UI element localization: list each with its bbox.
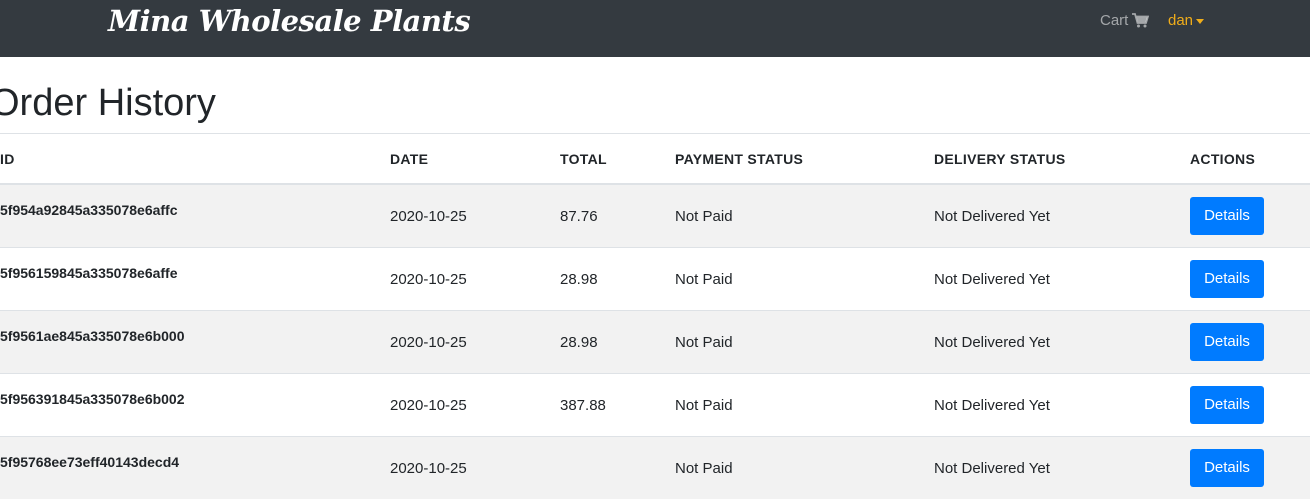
payment-status: Not Paid: [675, 248, 934, 311]
actions-cell: Details: [1190, 437, 1310, 499]
header-id: ID: [0, 134, 390, 185]
orders-table-container: ID DATE TOTAL PAYMENT STATUS DELIVERY ST…: [0, 133, 1310, 499]
payment-status: Not Paid: [675, 374, 934, 437]
orders-table: ID DATE TOTAL PAYMENT STATUS DELIVERY ST…: [0, 133, 1310, 499]
page-title: Order History: [0, 80, 216, 126]
actions-cell: Details: [1190, 248, 1310, 311]
brand-logo-link[interactable]: Mina Wholesale Plants: [108, 4, 470, 38]
payment-status: Not Paid: [675, 437, 934, 499]
delivery-status: Not Delivered Yet: [934, 248, 1190, 311]
cart-label: Cart: [1100, 12, 1128, 29]
table-header-row: ID DATE TOTAL PAYMENT STATUS DELIVERY ST…: [0, 134, 1310, 185]
cart-link[interactable]: Cart: [1100, 12, 1149, 29]
payment-status: Not Paid: [675, 311, 934, 374]
header-actions: ACTIONS: [1190, 134, 1310, 185]
order-total: [560, 437, 675, 499]
details-button[interactable]: Details: [1190, 260, 1264, 298]
order-date: 2020-10-25: [390, 184, 560, 248]
order-total: 28.98: [560, 248, 675, 311]
delivery-status: Not Delivered Yet: [934, 311, 1190, 374]
order-date: 2020-10-25: [390, 374, 560, 437]
order-id: 5f956391845a335078e6b002: [0, 374, 390, 437]
header-total: TOTAL: [560, 134, 675, 185]
order-date: 2020-10-25: [390, 248, 560, 311]
order-id: 5f95768ee73eff40143decd4: [0, 437, 390, 499]
details-button[interactable]: Details: [1190, 386, 1264, 424]
actions-cell: Details: [1190, 311, 1310, 374]
table-row: 5f954a92845a335078e6affc 2020-10-25 87.7…: [0, 184, 1310, 248]
order-id: 5f954a92845a335078e6affc: [0, 184, 390, 248]
navbar: Mina Wholesale Plants Cart dan: [0, 0, 1310, 57]
caret-down-icon: [1196, 19, 1204, 24]
delivery-status: Not Delivered Yet: [934, 437, 1190, 499]
order-total: 387.88: [560, 374, 675, 437]
user-name: dan: [1168, 12, 1193, 29]
header-delivery-status: DELIVERY STATUS: [934, 134, 1190, 185]
user-dropdown-toggle[interactable]: dan: [1168, 12, 1204, 29]
table-row: 5f956159845a335078e6affe 2020-10-25 28.9…: [0, 248, 1310, 311]
header-date: DATE: [390, 134, 560, 185]
order-total: 28.98: [560, 311, 675, 374]
delivery-status: Not Delivered Yet: [934, 184, 1190, 248]
payment-status: Not Paid: [675, 184, 934, 248]
details-button[interactable]: Details: [1190, 323, 1264, 361]
header-payment-status: PAYMENT STATUS: [675, 134, 934, 185]
table-row: 5f956391845a335078e6b002 2020-10-25 387.…: [0, 374, 1310, 437]
order-date: 2020-10-25: [390, 311, 560, 374]
shopping-cart-icon: [1132, 13, 1149, 28]
details-button[interactable]: Details: [1190, 449, 1264, 487]
order-id: 5f9561ae845a335078e6b000: [0, 311, 390, 374]
table-row: 5f95768ee73eff40143decd4 2020-10-25 Not …: [0, 437, 1310, 499]
order-total: 87.76: [560, 184, 675, 248]
table-row: 5f9561ae845a335078e6b000 2020-10-25 28.9…: [0, 311, 1310, 374]
details-button[interactable]: Details: [1190, 197, 1264, 235]
actions-cell: Details: [1190, 184, 1310, 248]
order-date: 2020-10-25: [390, 437, 560, 499]
order-id: 5f956159845a335078e6affe: [0, 248, 390, 311]
actions-cell: Details: [1190, 374, 1310, 437]
delivery-status: Not Delivered Yet: [934, 374, 1190, 437]
